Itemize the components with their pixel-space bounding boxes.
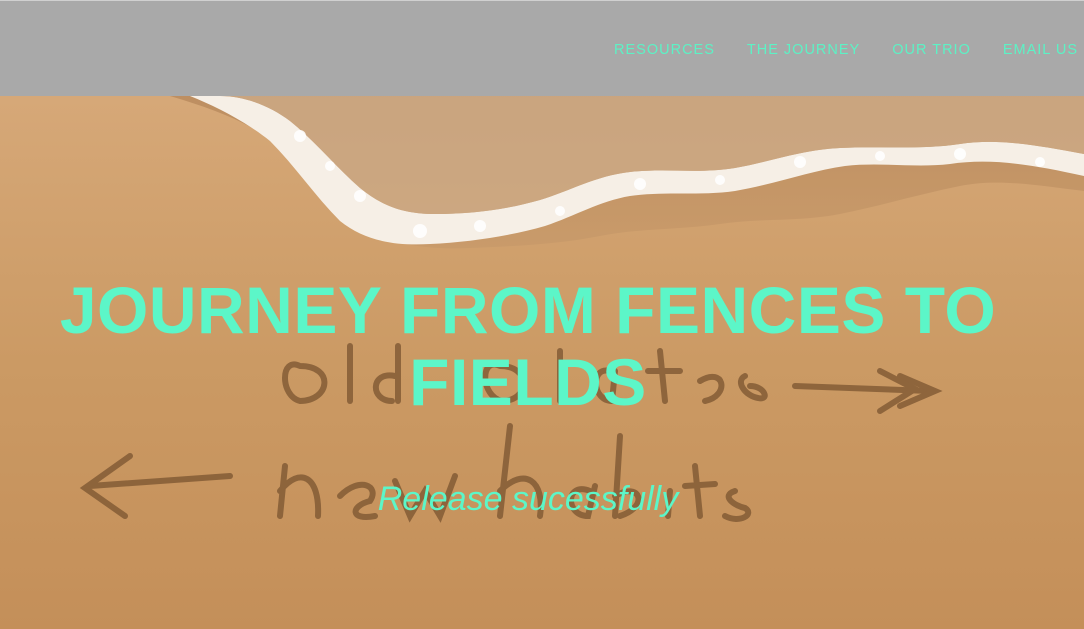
hero-title: JOURNEY FROM FENCES TO FIELDS	[59, 273, 997, 419]
page: RESOURCES THE JOURNEY OUR TRIO EMAIL US	[0, 0, 1084, 629]
nav-our-trio-link[interactable]: OUR TRIO	[892, 41, 971, 59]
nav-email-us-link[interactable]: EMAIL US	[1003, 41, 1078, 59]
main-nav: RESOURCES THE JOURNEY OUR TRIO EMAIL US	[582, 41, 1078, 59]
nav-resources-link[interactable]: RESOURCES	[614, 41, 715, 59]
nav-the-journey-link[interactable]: THE JOURNEY	[747, 41, 860, 59]
hero-subtitle: Release sucessfully	[377, 480, 679, 518]
hero-section: JOURNEY FROM FENCES TO FIELDS Release su…	[0, 96, 1084, 629]
site-header: RESOURCES THE JOURNEY OUR TRIO EMAIL US	[0, 0, 1084, 96]
